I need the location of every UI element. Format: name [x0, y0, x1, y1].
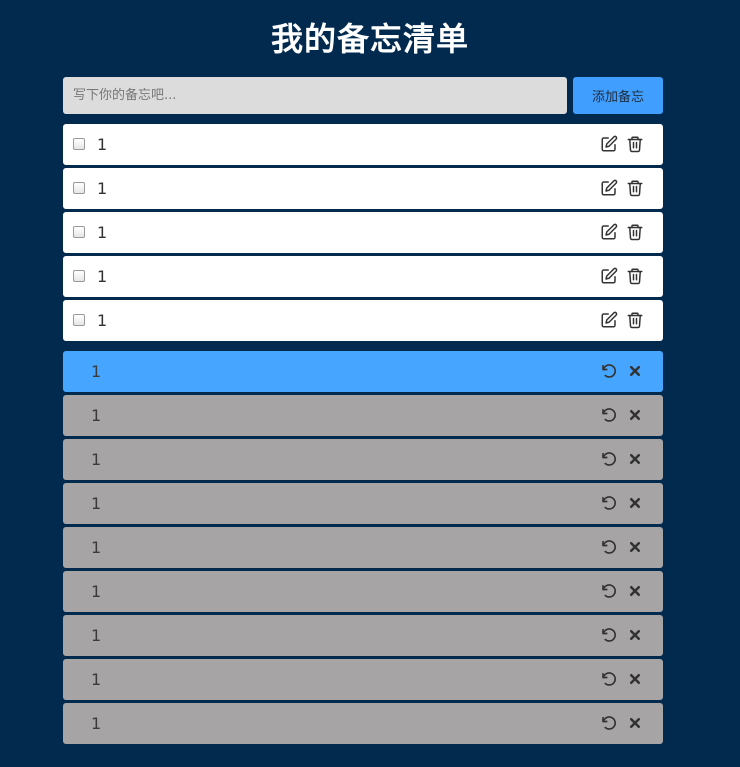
done-item: 1 — [63, 439, 663, 480]
edit-icon[interactable] — [600, 267, 618, 285]
delete-x-icon[interactable] — [626, 494, 644, 512]
memo-input[interactable] — [63, 77, 567, 114]
undo-icon[interactable] — [600, 406, 618, 424]
todo-checkbox[interactable] — [73, 314, 85, 326]
done-item-text: 1 — [91, 362, 102, 381]
memo-app: 我的备忘清单 添加备忘 1 1 1 1 1 1 1 1 1 1 1 1 1 1 — [0, 0, 740, 767]
done-item-text: 1 — [91, 582, 102, 601]
todo-item-text: 1 — [97, 135, 108, 154]
undo-icon[interactable] — [600, 714, 618, 732]
done-item-text: 1 — [91, 714, 102, 733]
done-item: 1 — [63, 351, 663, 392]
done-item: 1 — [63, 703, 663, 744]
todo-item-text: 1 — [97, 267, 108, 286]
delete-x-icon[interactable] — [626, 406, 644, 424]
done-item: 1 — [63, 659, 663, 700]
undo-icon[interactable] — [600, 670, 618, 688]
delete-x-icon[interactable] — [626, 670, 644, 688]
delete-x-icon[interactable] — [626, 362, 644, 380]
delete-x-icon[interactable] — [626, 714, 644, 732]
page-title: 我的备忘清单 — [270, 20, 469, 58]
done-item-text: 1 — [91, 494, 102, 513]
done-item-text: 1 — [91, 538, 102, 557]
input-row: 添加备忘 — [63, 77, 663, 114]
delete-x-icon[interactable] — [626, 450, 644, 468]
undo-icon[interactable] — [600, 450, 618, 468]
edit-icon[interactable] — [600, 179, 618, 197]
done-item: 1 — [63, 483, 663, 524]
done-item: 1 — [63, 571, 663, 612]
done-item: 1 — [63, 527, 663, 568]
delete-x-icon[interactable] — [626, 582, 644, 600]
edit-icon[interactable] — [600, 311, 618, 329]
todo-item-text: 1 — [97, 179, 108, 198]
delete-x-icon[interactable] — [626, 538, 644, 556]
done-item-text: 1 — [91, 450, 102, 469]
done-item-text: 1 — [91, 406, 102, 425]
todo-checkbox[interactable] — [73, 270, 85, 282]
todo-item: 1 — [63, 212, 663, 253]
done-item: 1 — [63, 395, 663, 436]
todo-item: 1 — [63, 124, 663, 165]
trash-icon[interactable] — [626, 179, 644, 197]
undo-icon[interactable] — [600, 494, 618, 512]
todo-item: 1 — [63, 168, 663, 209]
undo-icon[interactable] — [600, 538, 618, 556]
todo-list: 1 1 1 1 1 — [63, 124, 663, 344]
todo-checkbox[interactable] — [73, 138, 85, 150]
undo-icon[interactable] — [600, 362, 618, 380]
todo-item: 1 — [63, 300, 663, 341]
done-list: 1 1 1 1 1 1 1 1 1 — [63, 351, 663, 747]
todo-item-text: 1 — [97, 311, 108, 330]
edit-icon[interactable] — [600, 223, 618, 241]
undo-icon[interactable] — [600, 626, 618, 644]
todo-item: 1 — [63, 256, 663, 297]
edit-icon[interactable] — [600, 135, 618, 153]
trash-icon[interactable] — [626, 135, 644, 153]
add-memo-button[interactable]: 添加备忘 — [573, 77, 663, 114]
done-item-text: 1 — [91, 626, 102, 645]
done-item: 1 — [63, 615, 663, 656]
todo-item-text: 1 — [97, 223, 108, 242]
trash-icon[interactable] — [626, 311, 644, 329]
undo-icon[interactable] — [600, 582, 618, 600]
delete-x-icon[interactable] — [626, 626, 644, 644]
todo-checkbox[interactable] — [73, 226, 85, 238]
trash-icon[interactable] — [626, 223, 644, 241]
todo-checkbox[interactable] — [73, 182, 85, 194]
trash-icon[interactable] — [626, 267, 644, 285]
done-item-text: 1 — [91, 670, 102, 689]
